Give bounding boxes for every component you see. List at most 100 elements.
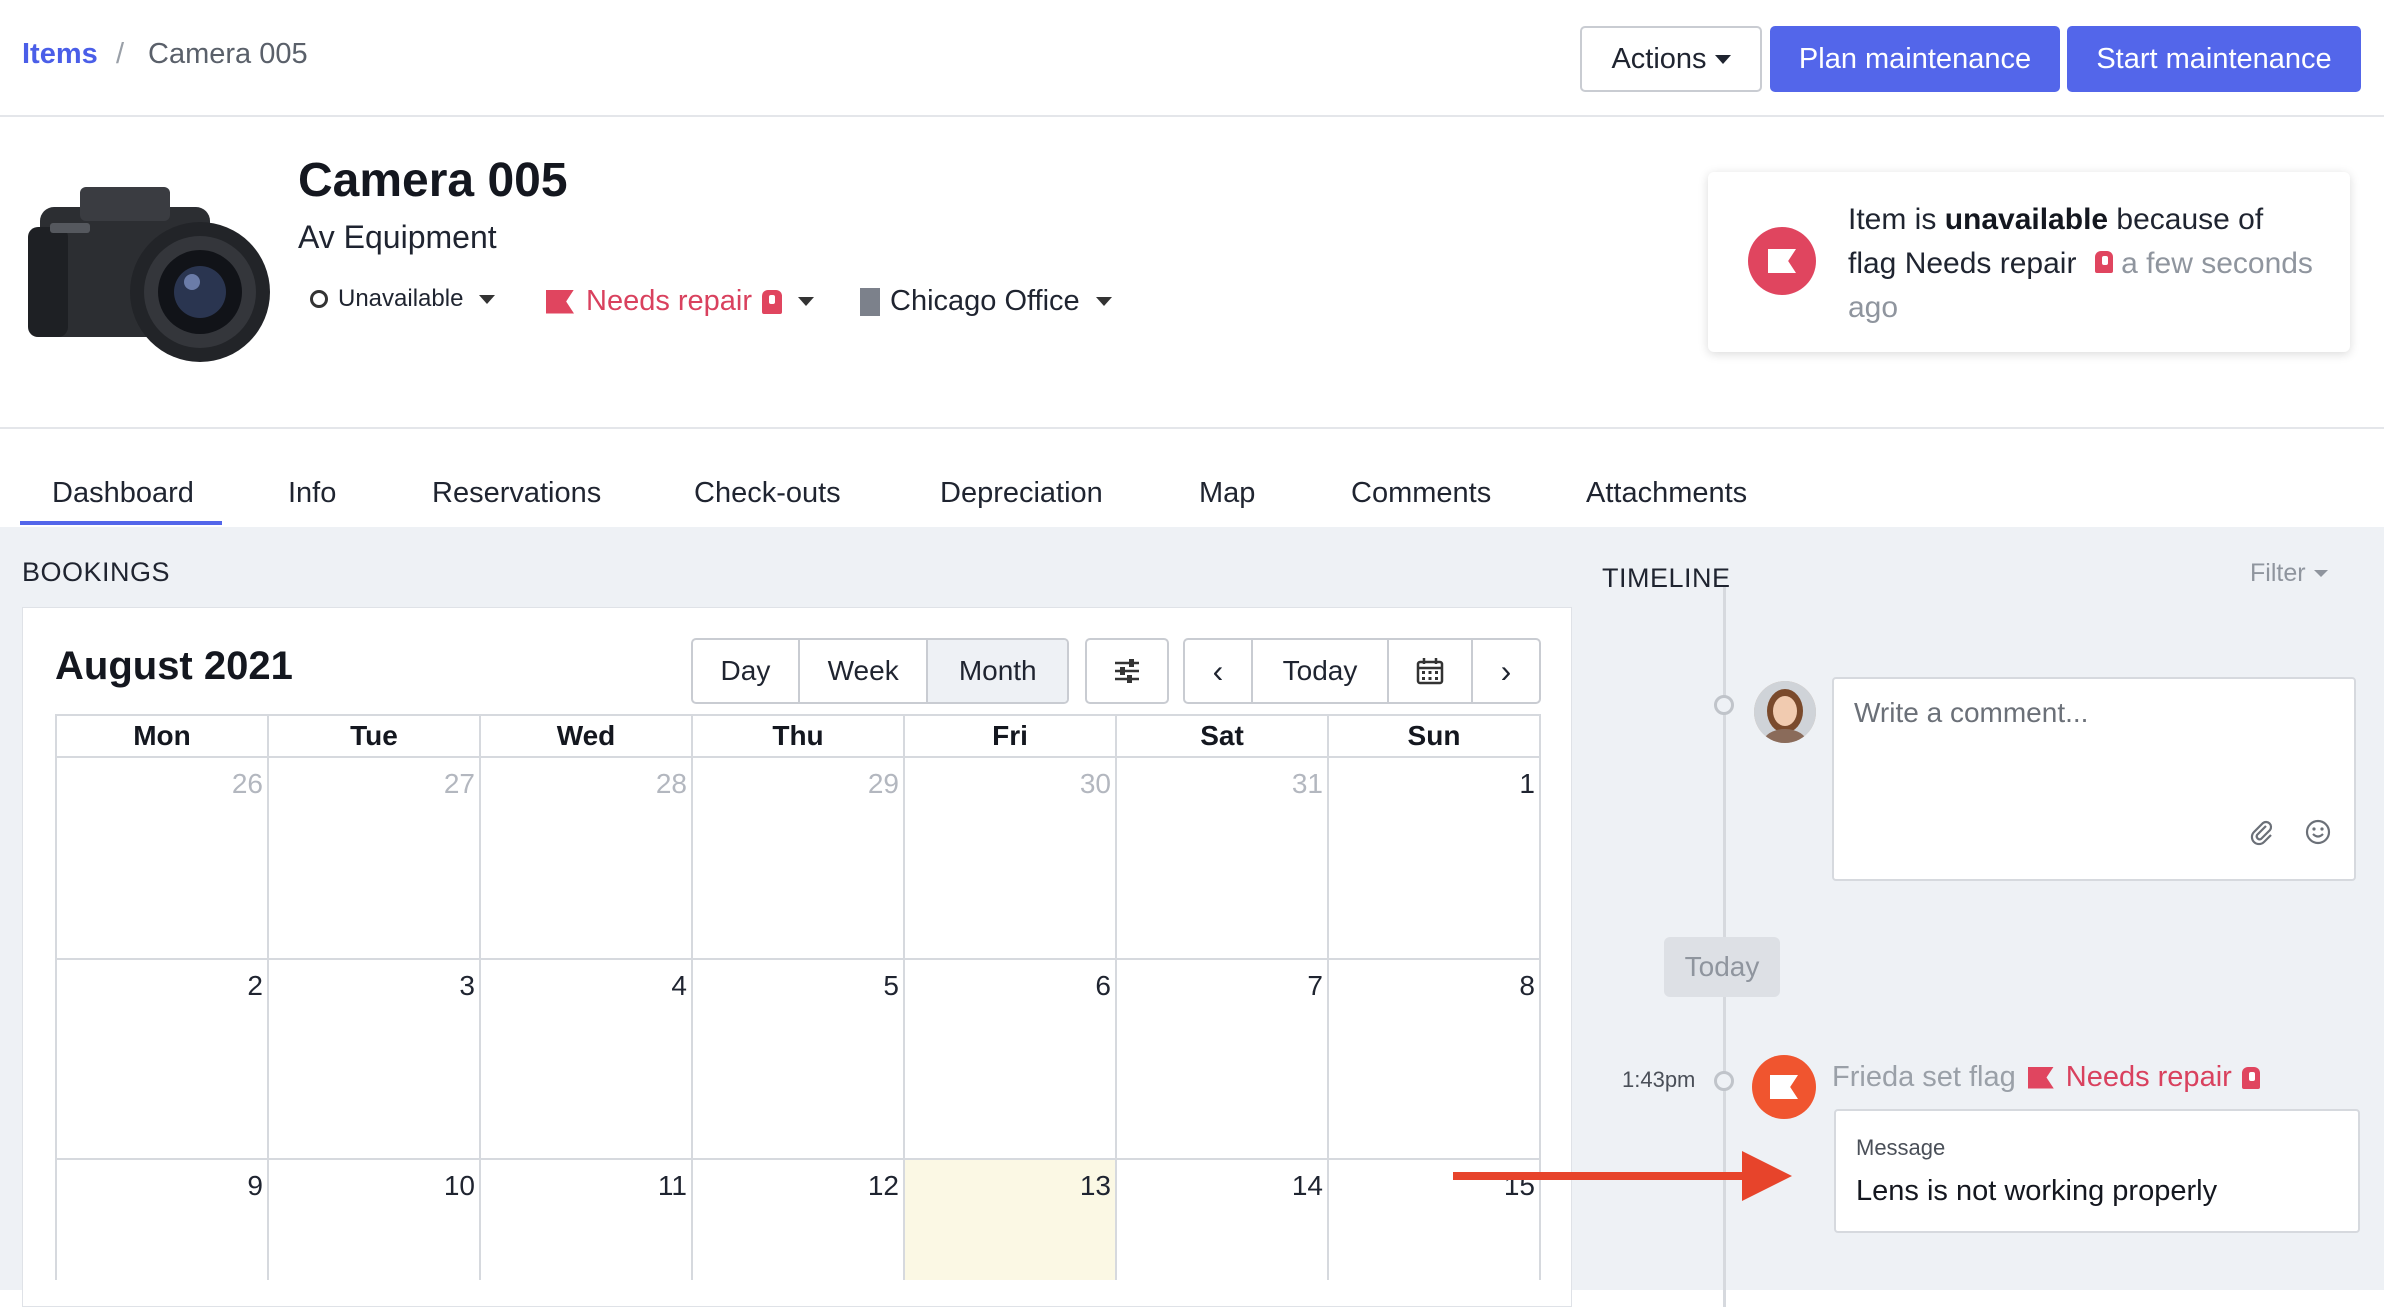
calendar-settings-button[interactable] — [1085, 638, 1169, 704]
tab-check-outs[interactable]: Check-outs — [694, 477, 841, 510]
day-cell[interactable]: 27 — [269, 758, 481, 958]
chevron-down-icon — [2313, 570, 2328, 577]
bookings-label: BOOKINGS — [22, 557, 171, 587]
day-cell[interactable]: 10 — [269, 1160, 481, 1280]
timeline-filter-button[interactable]: Filter — [2250, 559, 2328, 588]
notice-bold: unavailable — [1944, 203, 2109, 236]
day-cell[interactable]: 29 — [693, 758, 905, 958]
day-cell[interactable]: 12 — [693, 1160, 905, 1280]
siren-icon — [762, 289, 783, 314]
message-text: Lens is not working properly — [1856, 1175, 2218, 1207]
top-bar: Items / Camera 005 Actions Plan maintena… — [0, 0, 2384, 117]
annotation-arrow — [1453, 1172, 1753, 1180]
day-cell[interactable]: 11 — [481, 1160, 693, 1280]
day-cell[interactable]: 4 — [481, 960, 693, 1158]
location-label: Chicago Office — [890, 285, 1080, 317]
event-description: Frieda set flag Needs repair — [1832, 1061, 2260, 1094]
day-cell[interactable]: 26 — [57, 758, 269, 958]
tab-depreciation[interactable]: Depreciation — [940, 477, 1103, 510]
timeline-today-marker: Today — [1664, 937, 1780, 997]
tab-info[interactable]: Info — [288, 477, 336, 510]
weekday-label: Sat — [1117, 716, 1329, 756]
chevron-down-icon — [1095, 297, 1112, 306]
weekday-label: Tue — [269, 716, 481, 756]
paperclip-icon[interactable] — [2248, 818, 2274, 853]
flag-icon — [1770, 1075, 1798, 1099]
view-day-button[interactable]: Day — [693, 640, 800, 702]
active-tab-indicator — [20, 521, 222, 525]
siren-icon — [2094, 251, 2113, 273]
tab-map[interactable]: Map — [1199, 477, 1255, 510]
prev-month-button[interactable]: ‹ — [1185, 640, 1253, 702]
event-flag-label: Needs repair — [2065, 1061, 2232, 1093]
breadcrumb-current: Camera 005 — [148, 38, 308, 70]
start-maintenance-button[interactable]: Start maintenance — [2067, 26, 2361, 92]
tab-reservations[interactable]: Reservations — [432, 477, 601, 510]
day-cell[interactable]: 3 — [269, 960, 481, 1158]
camera-image — [28, 187, 270, 362]
view-week-button[interactable]: Week — [800, 640, 929, 702]
building-icon — [860, 287, 880, 316]
plan-maintenance-button[interactable]: Plan maintenance — [1770, 26, 2060, 92]
item-category: Av Equipment — [298, 219, 497, 255]
chevron-down-icon — [479, 294, 496, 304]
weekday-label: Thu — [693, 716, 905, 756]
notice-prefix: Item is — [1848, 203, 1945, 236]
today-button[interactable]: Today — [1253, 640, 1389, 702]
comment-input[interactable]: Write a comment... — [1832, 677, 2356, 881]
date-picker-button[interactable] — [1389, 640, 1473, 702]
actions-dropdown-button[interactable]: Actions — [1580, 26, 1762, 92]
notice-text: Item is unavailable because of flag Need… — [1848, 198, 2318, 330]
comment-tools — [2248, 818, 2332, 853]
day-cell[interactable]: 28 — [481, 758, 693, 958]
actions-label: Actions — [1611, 42, 1707, 75]
siren-icon — [2241, 1066, 2260, 1089]
week-row: 9 10 11 12 13 14 15 — [55, 1160, 1541, 1280]
location-dropdown[interactable]: Chicago Office — [860, 285, 1112, 318]
flag-dropdown[interactable]: Needs repair — [546, 285, 815, 318]
tab-attachments[interactable]: Attachments — [1586, 477, 1747, 510]
annotation-arrow-head — [1742, 1151, 1792, 1201]
status-dropdown[interactable]: Unavailable — [310, 285, 496, 313]
event-flag[interactable]: Needs repair — [2027, 1061, 2260, 1094]
timeline-dot — [1714, 1071, 1734, 1091]
day-cell[interactable]: 5 — [693, 960, 905, 1158]
view-switcher: Day Week Month — [691, 638, 1069, 704]
day-cell[interactable]: 14 — [1117, 1160, 1329, 1280]
availability-notice: Item is unavailable because of flag Need… — [1708, 172, 2350, 352]
flag-badge-icon — [1752, 1055, 1816, 1119]
weekday-label: Wed — [481, 716, 693, 756]
week-row: 26 27 28 29 30 31 1 — [55, 758, 1541, 960]
day-cell[interactable]: 30 — [905, 758, 1117, 958]
avatar — [1754, 681, 1816, 743]
item-title: Camera 005 — [298, 154, 568, 207]
item-header: Camera 005 Av Equipment Unavailable Need… — [0, 117, 2384, 506]
day-cell[interactable]: 6 — [905, 960, 1117, 1158]
message-label: Message — [1856, 1135, 1946, 1160]
day-cell[interactable]: 1 — [1329, 758, 1539, 958]
event-time: 1:43pm — [1622, 1067, 1696, 1092]
breadcrumb-items-link[interactable]: Items — [22, 38, 98, 71]
next-month-button[interactable]: › — [1473, 640, 1539, 702]
day-cell[interactable]: 7 — [1117, 960, 1329, 1158]
weekday-label: Fri — [905, 716, 1117, 756]
comment-placeholder: Write a comment... — [1854, 697, 2089, 728]
emoji-icon[interactable] — [2304, 818, 2332, 853]
day-cell[interactable]: 2 — [57, 960, 269, 1158]
day-cell-today[interactable]: 13 — [905, 1160, 1117, 1280]
sliders-icon — [1087, 640, 1167, 702]
week-row: 2 3 4 5 6 7 8 — [55, 960, 1541, 1160]
event-message: Message Lens is not working properly — [1834, 1109, 2360, 1233]
day-cell[interactable]: 9 — [57, 1160, 269, 1280]
calendar-icon — [1416, 658, 1444, 685]
tab-comments[interactable]: Comments — [1351, 477, 1491, 510]
status-circle-icon — [310, 290, 328, 308]
weekday-header: Mon Tue Wed Thu Fri Sat Sun — [55, 714, 1541, 758]
tab-dashboard[interactable]: Dashboard — [52, 477, 194, 510]
view-month-button[interactable]: Month — [928, 640, 1067, 702]
timeline-dot — [1714, 695, 1734, 715]
bookings-calendar: August 2021 Day Week Month ‹ Today › Mon… — [22, 607, 1572, 1307]
tab-bar: Dashboard Info Reservations Check-outs D… — [0, 429, 2384, 527]
day-cell[interactable]: 31 — [1117, 758, 1329, 958]
day-cell[interactable]: 8 — [1329, 960, 1539, 1158]
